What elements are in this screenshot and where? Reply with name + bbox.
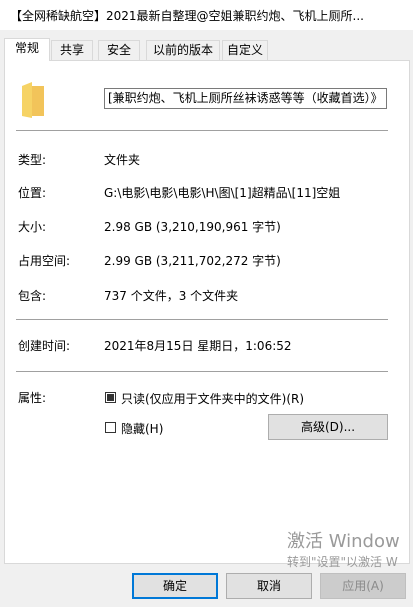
activation-watermark: 激活 Window xyxy=(287,531,400,552)
location-label: 位置: xyxy=(18,186,47,200)
tab-sharing[interactable]: 共享 xyxy=(51,40,93,60)
tab-customize[interactable]: 自定义 xyxy=(222,40,268,60)
hidden-checkbox[interactable] xyxy=(105,422,116,433)
folder-icon xyxy=(22,82,44,118)
tab-strip: 常规 共享 安全 以前的版本 自定义 xyxy=(0,38,413,61)
location-value: G:\电影\电影\电影\H\图\[1]超精品\[11]空姐 xyxy=(104,186,341,200)
folder-name-field[interactable]: [兼职约炮、飞机上厕所丝袜诱惑等等（收藏首选）》 xyxy=(104,88,387,109)
disk-size-label: 占用空间: xyxy=(18,254,71,268)
activation-watermark-hint: 转到"设置"以激活 W xyxy=(287,555,398,569)
title-bar: 【全网稀缺航空】2021最新自整理@空姐兼职约炮、飞机上厕所... xyxy=(0,0,413,30)
type-value: 文件夹 xyxy=(104,153,141,167)
general-panel xyxy=(4,60,410,564)
size-label: 大小: xyxy=(18,220,47,234)
contains-value: 737 个文件，3 个文件夹 xyxy=(104,289,239,303)
advanced-button[interactable]: 高级(D)... xyxy=(268,414,388,440)
type-label: 类型: xyxy=(18,153,47,167)
hidden-label[interactable]: 隐藏(H) xyxy=(121,420,163,437)
tab-security[interactable]: 安全 xyxy=(98,40,140,60)
created-value: 2021年8月15日 星期日，1:06:52 xyxy=(104,339,292,353)
disk-size-value: 2.99 GB (3,211,702,272 字节) xyxy=(104,254,281,268)
created-label: 创建时间: xyxy=(18,339,71,353)
apply-button[interactable]: 应用(A) xyxy=(320,573,406,599)
size-value: 2.98 GB (3,210,190,961 字节) xyxy=(104,220,281,234)
tab-previous-versions[interactable]: 以前的版本 xyxy=(146,40,220,60)
window-title: 【全网稀缺航空】2021最新自整理@空姐兼职约炮、飞机上厕所... xyxy=(10,9,364,23)
attributes-label: 属性: xyxy=(18,391,47,405)
separator xyxy=(16,130,388,131)
contains-label: 包含: xyxy=(18,289,47,303)
separator xyxy=(16,319,388,320)
readonly-checkbox[interactable] xyxy=(105,392,116,403)
cancel-button[interactable]: 取消 xyxy=(226,573,312,599)
readonly-label[interactable]: 只读(仅应用于文件夹中的文件)(R) xyxy=(121,390,304,407)
tab-general[interactable]: 常规 xyxy=(4,38,50,61)
ok-button[interactable]: 确定 xyxy=(132,573,218,599)
separator xyxy=(16,371,388,372)
